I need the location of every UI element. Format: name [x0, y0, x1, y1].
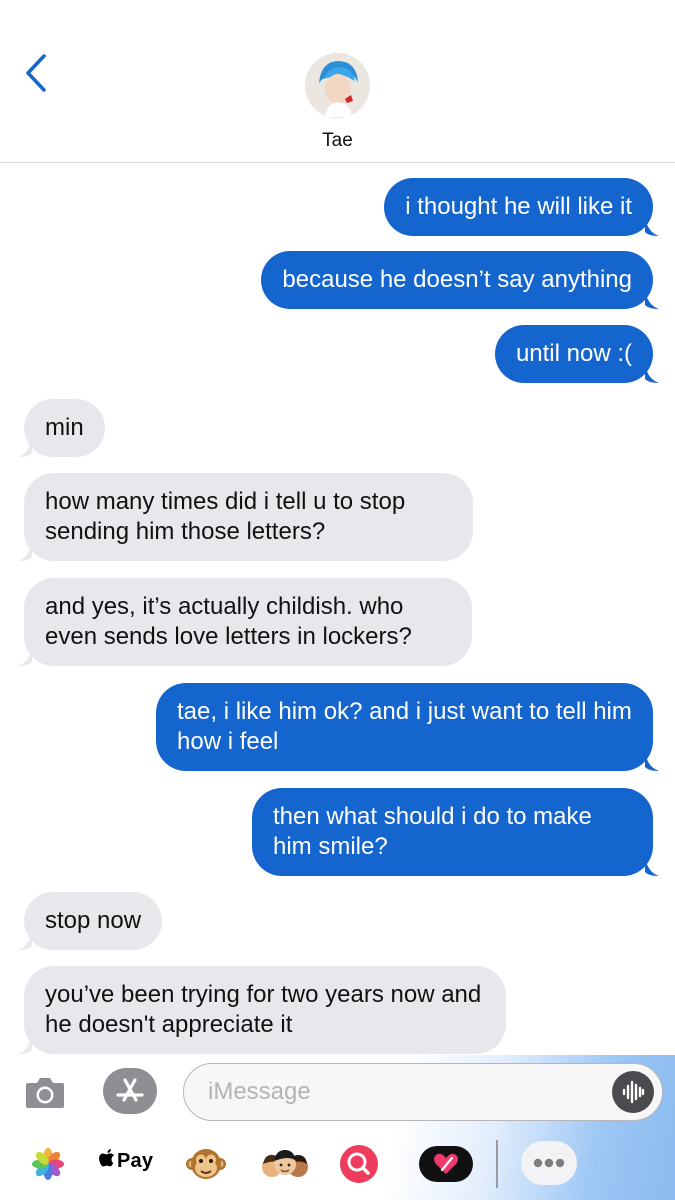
bubble-tail: [645, 289, 659, 309]
message-bubble-outgoing[interactable]: until now :(: [494, 325, 659, 383]
message-text: then what should i do to make him smile?: [273, 803, 592, 860]
contact-name[interactable]: Tae: [0, 130, 675, 152]
bubble-tail: [645, 363, 659, 383]
message-bubble-outgoing[interactable]: then what should i do to make him smile?: [252, 788, 659, 876]
message-text: i thought he will like it: [405, 193, 632, 220]
message-bubble-outgoing[interactable]: i thought he will like it: [384, 178, 659, 236]
bubble-tail: [18, 646, 32, 666]
apple-logo-icon: [99, 1149, 114, 1167]
conversation-header: Tae: [0, 0, 675, 163]
message-text: you’ve been trying for two years now and…: [45, 981, 482, 1038]
drawer-divider: [496, 1140, 498, 1188]
monkey-animoji-icon[interactable]: [186, 1144, 226, 1184]
message-bubble-incoming[interactable]: and yes, it’s actually childish. who eve…: [18, 578, 472, 666]
back-chevron-icon[interactable]: [18, 52, 54, 94]
message-bubble-incoming[interactable]: how many times did i tell u to stop send…: [18, 473, 473, 561]
bubble-tail: [18, 437, 32, 457]
waveform-icon: [622, 1080, 645, 1104]
camera-icon[interactable]: [24, 1072, 66, 1112]
message-bubble-incoming[interactable]: you’ve been trying for two years now and…: [18, 966, 506, 1054]
message-text: how many times did i tell u to stop send…: [45, 488, 406, 545]
bubble-tail: [645, 856, 659, 876]
message-bubble-incoming[interactable]: min: [18, 399, 105, 457]
app-store-button[interactable]: [103, 1068, 157, 1114]
message-text: until now :(: [515, 340, 632, 367]
bubble-tail: [18, 930, 32, 950]
message-bubble-outgoing[interactable]: because he doesn’t say anything: [261, 251, 659, 309]
apple-pay-button[interactable]: Pay: [99, 1149, 153, 1173]
imessage-input[interactable]: [208, 1074, 608, 1110]
contact-avatar[interactable]: [305, 53, 370, 118]
photos-icon[interactable]: [32, 1144, 64, 1184]
message-composer[interactable]: [183, 1063, 663, 1121]
message-bubble-incoming[interactable]: stop now: [18, 892, 163, 950]
bubble-tail: [18, 541, 32, 561]
app-store-icon: [116, 1078, 144, 1102]
message-text: because he doesn’t say anything: [282, 266, 632, 293]
bubble-tail: [18, 1034, 32, 1054]
memoji-icon[interactable]: [260, 1144, 310, 1184]
apple-pay-label: Pay: [117, 1150, 154, 1172]
more-apps-button[interactable]: [521, 1141, 577, 1185]
digital-touch-icon[interactable]: [418, 1144, 474, 1184]
bubble-tail: [645, 216, 659, 236]
search-images-icon[interactable]: [338, 1144, 380, 1184]
message-bubble-outgoing[interactable]: tae, i like him ok? and i just want to t…: [156, 683, 659, 771]
audio-record-button[interactable]: [612, 1071, 654, 1113]
message-text: and yes, it’s actually childish. who eve…: [45, 593, 412, 650]
more-dots-icon: [533, 1158, 565, 1168]
message-text: min: [45, 414, 84, 441]
message-text: tae, i like him ok? and i just want to t…: [177, 698, 632, 755]
message-text: stop now: [45, 907, 142, 934]
bubble-tail: [645, 751, 659, 771]
